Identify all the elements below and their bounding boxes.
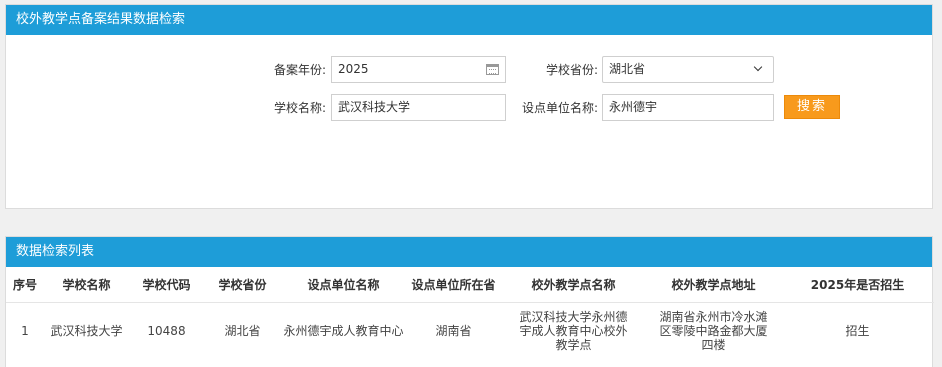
unit-value: 永州德宇 [609,100,658,114]
col-header-school-name: 学校名称 [44,267,129,303]
cell-enrollment: 招生 [845,324,870,339]
province-select[interactable]: 湖北省 [602,56,774,83]
results-panel-title: 数据检索列表 [6,237,932,267]
year-label: 备案年份: [273,63,326,77]
school-value: 武汉科技大学 [338,100,411,114]
col-header-school-province: 学校省份 [204,267,281,303]
cell-site-address: 湖南省永州市冷水滩区零陵中路金都大厦四楼 [659,310,768,353]
school-input[interactable]: 武汉科技大学 [331,94,506,121]
province-value: 湖北省 [609,62,646,76]
cell-school-province: 湖北省 [224,324,261,339]
chevron-down-icon [753,62,763,72]
col-header-site-name: 校外教学点名称 [501,267,646,303]
search-button[interactable]: 搜索 [784,95,840,119]
unit-input[interactable]: 永州德宇 [602,94,774,121]
year-value: 2025 [338,62,369,76]
cell-index: 1 [21,324,29,339]
table-header-row: 序号 学校名称 学校代码 学校省份 设点单位名称 设点单位所在省 校外教学点名称… [6,267,934,303]
col-header-unit-name: 设点单位名称 [281,267,406,303]
results-panel: 数据检索列表 序号 学校名称 学校代码 学校省份 设点单位名称 设点单位所在省 … [5,236,934,367]
col-header-index: 序号 [6,267,44,303]
calendar-icon[interactable] [486,64,499,75]
unit-label: 设点单位名称: [521,101,598,115]
search-panel: 校外教学点备案结果数据检索 备案年份: 2025 学校省份: 湖北省 学校名称:… [5,4,933,209]
province-label: 学校省份: [545,63,598,77]
table-row[interactable]: 1 武汉科技大学 10488 湖北省 永州德宇成人教育中心 湖南省 武汉科技大学… [6,302,934,360]
col-header-school-code: 学校代码 [129,267,204,303]
cell-unit-name: 永州德宇成人教育中心 [283,324,404,339]
col-header-unit-province: 设点单位所在省 [406,267,501,303]
cell-unit-province: 湖南省 [435,324,472,339]
cell-school-code: 10488 [147,324,186,339]
col-header-enrollment: 2025年是否招生 [781,267,934,303]
cell-school-name: 武汉科技大学 [50,324,123,339]
results-table: 序号 学校名称 学校代码 学校省份 设点单位名称 设点单位所在省 校外教学点名称… [6,267,934,360]
search-panel-title: 校外教学点备案结果数据检索 [6,5,932,35]
cell-site-name: 武汉科技大学永州德宇成人教育中心校外教学点 [519,310,628,353]
col-header-site-address: 校外教学点地址 [646,267,781,303]
school-label: 学校名称: [273,101,326,115]
year-input[interactable]: 2025 [331,56,506,83]
